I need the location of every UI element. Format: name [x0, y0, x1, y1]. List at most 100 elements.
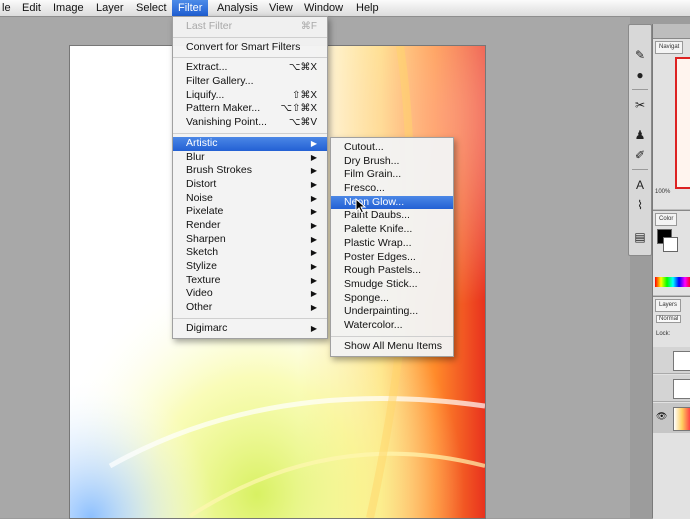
menu-item-label: Digimarc: [186, 321, 228, 334]
submenu-arrow-icon: ▶: [310, 179, 317, 189]
submenu-arrow-icon: ▶: [310, 220, 317, 230]
menu-image[interactable]: Image: [47, 0, 90, 16]
menu-item-liquify[interactable]: Liquify... ⇧⌘X: [173, 89, 327, 103]
menu-item-show-all[interactable]: Show All Menu Items: [331, 340, 453, 354]
tool-separator: [632, 89, 648, 90]
layer-thumbnail: [673, 407, 690, 431]
layers-tab[interactable]: Layers: [655, 299, 682, 312]
menu-analysis[interactable]: Analysis: [211, 0, 264, 16]
menu-item-sketch[interactable]: Sketch ▶: [173, 246, 327, 260]
color-spectrum[interactable]: [655, 277, 690, 287]
menu-item-artistic[interactable]: Artistic ▶: [173, 136, 327, 151]
submenu-arrow-icon: ▶: [310, 138, 317, 148]
menu-item-sponge[interactable]: Sponge...: [331, 292, 453, 306]
color-panel: Color: [653, 210, 690, 295]
filter-menu: Last Filter ⌘F Convert for Smart Filters…: [172, 16, 328, 340]
menu-item-extract[interactable]: Extract... ⌥⌘X: [173, 61, 327, 75]
blend-mode-select[interactable]: Normal: [656, 315, 682, 323]
menu-item-render[interactable]: Render ▶: [173, 219, 327, 233]
background-swatch[interactable]: [663, 237, 678, 252]
menu-item-film-grain[interactable]: Film Grain...: [331, 168, 453, 182]
submenu-arrow-icon: ▶: [310, 275, 317, 285]
menu-item-noise[interactable]: Noise ▶: [173, 192, 327, 206]
shortcut-label: ⌥⌘V: [288, 117, 317, 129]
menu-item-blur[interactable]: Blur ▶: [173, 151, 327, 165]
stamp-icon[interactable]: ♟: [632, 127, 648, 143]
eye-icon[interactable]: 👁: [656, 411, 667, 422]
menu-item-texture[interactable]: Texture ▶: [173, 274, 327, 288]
submenu-arrow-icon: ▶: [310, 248, 317, 258]
menu-help[interactable]: Help: [350, 0, 385, 16]
menu-item-label: Extract...: [186, 61, 228, 74]
menu-file[interactable]: le: [0, 0, 17, 16]
menu-item-neon-glow[interactable]: Neon Glow...: [331, 195, 453, 210]
menu-item-watercolor[interactable]: Watercolor...: [331, 319, 453, 333]
zoom-readout: 100%: [655, 189, 671, 195]
shortcut-label: ⌥⇧⌘X: [280, 103, 317, 115]
menu-item-video[interactable]: Video ▶: [173, 287, 327, 301]
menu-item-smudge-stick[interactable]: Smudge Stick...: [331, 278, 453, 292]
notes-icon[interactable]: ▤: [632, 229, 648, 245]
menu-item-pattern-maker[interactable]: Pattern Maker... ⌥⇧⌘X: [173, 102, 327, 116]
menu-item-convert-smart-filters[interactable]: Convert for Smart Filters: [173, 41, 327, 55]
shortcut-label: ⌘F: [300, 21, 317, 32]
menu-edit[interactable]: Edit: [16, 0, 47, 16]
menu-item-poster-edges[interactable]: Poster Edges...: [331, 251, 453, 265]
menu-item-digimarc[interactable]: Digimarc ▶: [173, 322, 327, 336]
layers-panel: Layers Normal Lock: 👁: [653, 296, 690, 519]
submenu-arrow-icon: ▶: [310, 193, 317, 203]
eyedropper-icon[interactable]: ⌇: [632, 197, 648, 213]
menu-item-distort[interactable]: Distort ▶: [173, 178, 327, 192]
menu-item-label: Texture: [186, 273, 221, 286]
dodge-icon[interactable]: ●: [632, 67, 648, 83]
menu-layer[interactable]: Layer: [90, 0, 130, 16]
menu-item-label: Noise: [186, 191, 213, 204]
menu-item-last-filter: Last Filter ⌘F: [173, 20, 327, 34]
navigator-preview[interactable]: [675, 57, 690, 189]
tools-panel: ✎ ● ✂ ♟ ✐ A ⌇ ▤: [628, 24, 652, 256]
history-brush-icon[interactable]: ✎: [632, 47, 648, 63]
menu-item-label: Sketch: [186, 246, 219, 259]
menu-item-rough-pastels[interactable]: Rough Pastels...: [331, 264, 453, 278]
menu-item-stylize[interactable]: Stylize ▶: [173, 260, 327, 274]
submenu-arrow-icon: ▶: [310, 303, 317, 313]
color-tab[interactable]: Color: [655, 213, 678, 226]
menu-item-label: Render: [186, 218, 221, 231]
menu-item-label: Liquify...: [186, 88, 225, 101]
menu-item-label: Stylize: [186, 260, 217, 272]
menu-item-dry-brush[interactable]: Dry Brush...: [331, 155, 453, 169]
menu-item-brush-strokes[interactable]: Brush Strokes ▶: [173, 164, 327, 178]
menu-view[interactable]: View: [263, 0, 299, 16]
navigator-tab[interactable]: Navigat: [655, 41, 684, 54]
menu-item-filter-gallery[interactable]: Filter Gallery...: [173, 75, 327, 89]
submenu-arrow-icon: ▶: [310, 234, 317, 244]
menu-item-plastic-wrap[interactable]: Plastic Wrap...: [331, 237, 453, 251]
menu-item-label: Pattern Maker...: [186, 102, 261, 115]
submenu-arrow-icon: ▶: [310, 323, 317, 333]
text-icon[interactable]: A: [632, 177, 648, 193]
menu-separator: [173, 317, 327, 319]
menu-separator: [173, 57, 327, 59]
shortcut-label: ⌥⌘X: [288, 62, 317, 74]
menu-filter[interactable]: Filter: [172, 0, 209, 16]
tool-separator: [632, 169, 648, 170]
menu-item-sharpen[interactable]: Sharpen ▶: [173, 233, 327, 247]
menu-item-fresco[interactable]: Fresco...: [331, 182, 453, 196]
menu-item-paint-daubs[interactable]: Paint Daubs...: [331, 209, 453, 223]
menu-window[interactable]: Window: [298, 0, 349, 16]
menu-item-label: Video: [186, 287, 213, 300]
menu-item-underpainting[interactable]: Underpainting...: [331, 305, 453, 319]
menu-item-cutout[interactable]: Cutout...: [331, 141, 453, 155]
artistic-submenu: Cutout... Dry Brush... Film Grain... Fre…: [330, 137, 454, 358]
mouse-cursor-icon: [355, 198, 367, 214]
crop-icon[interactable]: ✂: [632, 97, 648, 113]
shortcut-label: ⇧⌘X: [291, 89, 317, 101]
menu-separator: [173, 132, 327, 134]
menu-item-pixelate[interactable]: Pixelate ▶: [173, 205, 327, 219]
menu-item-other[interactable]: Other ▶: [173, 301, 327, 315]
submenu-arrow-icon: ▶: [310, 152, 317, 162]
brush-icon[interactable]: ✐: [632, 147, 648, 163]
menu-item-palette-knife[interactable]: Palette Knife...: [331, 223, 453, 237]
menu-item-vanishing-point[interactable]: Vanishing Point... ⌥⌘V: [173, 116, 327, 130]
menu-select[interactable]: Select: [130, 0, 173, 16]
